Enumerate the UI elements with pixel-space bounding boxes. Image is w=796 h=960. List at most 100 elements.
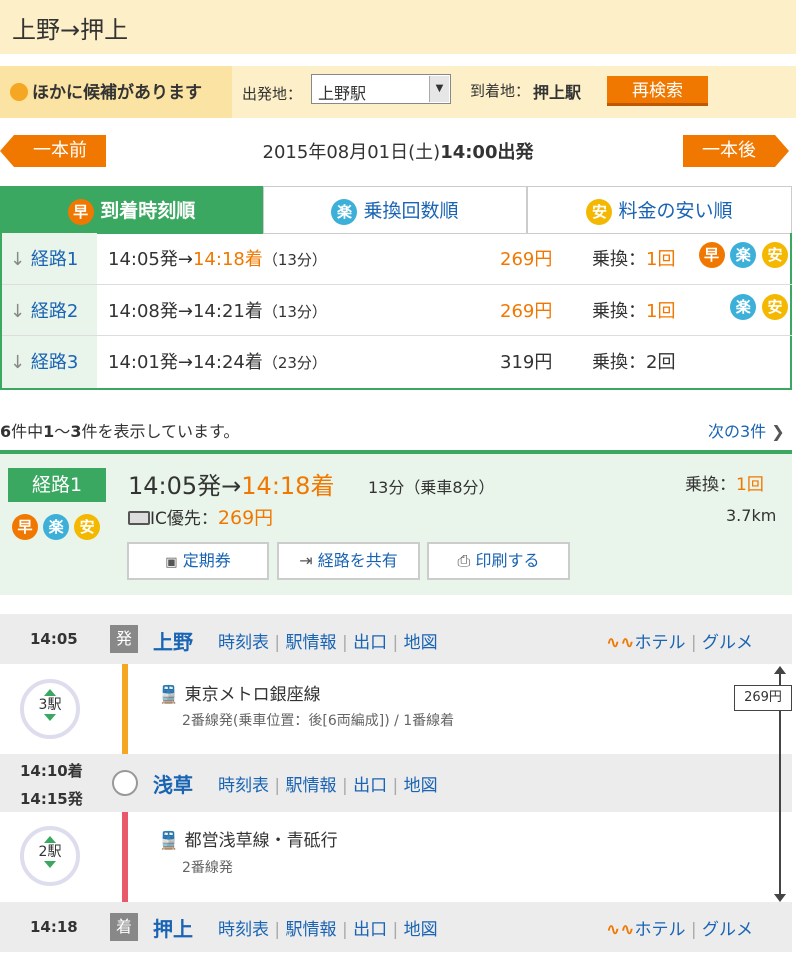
transfer-circle-icon: [112, 770, 138, 796]
ic-fare-value: 269円: [217, 507, 274, 529]
exit-link[interactable]: 出口: [353, 776, 387, 796]
gourmet-link[interactable]: グルメ: [702, 920, 753, 940]
gourmet-link[interactable]: グルメ: [702, 633, 753, 653]
station-name[interactable]: 浅草: [153, 769, 193, 798]
count-tilde: ～: [54, 422, 71, 441]
timetable-link[interactable]: 時刻表: [218, 633, 269, 653]
stops-label: 2駅: [38, 844, 62, 860]
fast-icon: 早: [12, 514, 38, 540]
hotel-link[interactable]: ホテル: [635, 920, 686, 940]
pass-icon: ▣: [165, 555, 178, 570]
xfer-count: 1回: [736, 475, 764, 495]
route-fare: 269円: [500, 301, 553, 322]
arrow-down-icon: ↓: [10, 249, 26, 270]
route-link[interactable]: ↓ 経路3: [2, 336, 97, 388]
route-dep: 14:01発→: [108, 352, 193, 373]
next-train-button[interactable]: 一本後: [683, 135, 789, 167]
route-arr: 14:18着: [192, 249, 263, 270]
arrow-down-icon: ↓: [10, 301, 26, 322]
stops-count: 3駅: [20, 679, 80, 739]
detail-arr: 14:18着: [241, 472, 335, 500]
print-button[interactable]: ⎙ 印刷する: [427, 542, 570, 580]
timetable-link[interactable]: 時刻表: [218, 776, 269, 796]
alternative-notice[interactable]: ほかに候補があります: [0, 66, 232, 118]
share-route-button[interactable]: ⇥ 経路を共有: [277, 542, 420, 580]
hotel-link[interactable]: ホテル: [635, 633, 686, 653]
station-info-link[interactable]: 駅情報: [286, 920, 337, 940]
triangle-down-icon: [44, 861, 56, 868]
button-label: 経路を共有: [317, 551, 398, 570]
route-label: 経路1: [30, 249, 79, 270]
route-badge: 経路1: [8, 468, 106, 502]
alternative-notice-text: ほかに候補があります: [32, 83, 202, 103]
platform-info: 2番線発(乗車位置：後[6両編成]) / 1番線着: [182, 713, 455, 729]
count-text: 件中: [11, 422, 44, 441]
route-row[interactable]: ↓ 経路2 14:08発→14:21着（13分） 269円 乗換：1回 楽 安: [2, 284, 792, 335]
route-arr: 14:24着: [192, 352, 263, 373]
button-label: 印刷する: [475, 551, 540, 570]
route-row[interactable]: ↓ 経路1 14:05発→14:18着（13分） 269円 乗換：1回 早 楽 …: [2, 233, 792, 284]
platform-info: 2番線発: [182, 860, 233, 876]
from-station-select[interactable]: 上野駅 ▼: [311, 74, 451, 104]
exit-link[interactable]: 出口: [353, 633, 387, 653]
easy-icon: 楽: [730, 242, 757, 268]
ic-card-icon: [128, 511, 150, 525]
cheap-icon: 安: [586, 198, 613, 225]
route-time: 14:05発→14:18着（13分）: [108, 245, 327, 271]
page-title: 上野→押上: [0, 0, 796, 54]
train-line: 🚆 東京メトロ銀座線: [158, 680, 321, 705]
route-badges: 楽 安: [730, 294, 788, 320]
route-link[interactable]: ↓ 経路1: [2, 233, 97, 284]
xfer-label: 乗換：: [592, 301, 646, 322]
route-link[interactable]: ↓ 経路2: [2, 285, 97, 335]
xfer-count: 2回: [646, 352, 676, 373]
from-label: 出発地：: [242, 85, 303, 103]
station-info-link[interactable]: 駅情報: [286, 776, 337, 796]
route-list: ↓ 経路1 14:05発→14:18着（13分） 269円 乗換：1回 早 楽 …: [0, 233, 792, 390]
route-dep: 14:08発→: [108, 301, 193, 322]
route-row[interactable]: ↓ 経路3 14:01発→14:24着（23分） 319円 乗換：2回: [2, 335, 792, 388]
research-button[interactable]: 再検索: [607, 76, 708, 106]
map-link[interactable]: 地図: [404, 633, 438, 653]
station-name[interactable]: 上野: [153, 626, 193, 655]
timetable-link[interactable]: 時刻表: [218, 920, 269, 940]
tab-fare-order[interactable]: 安 料金の安い順: [527, 186, 792, 234]
next-results-link[interactable]: 次の3件 ❯: [708, 418, 785, 442]
easy-icon: 楽: [730, 294, 757, 320]
ic-fare: IC優先：269円: [128, 503, 273, 530]
commuter-pass-button[interactable]: ▣ 定期券: [127, 542, 269, 580]
arrow-down-icon: [774, 894, 786, 902]
count-total: 6: [0, 422, 12, 441]
triangle-up-icon: [44, 836, 56, 843]
line-color-bar: [122, 664, 128, 754]
map-link[interactable]: 地図: [404, 776, 438, 796]
easy-icon: 楽: [43, 514, 70, 540]
tab-transfer-order[interactable]: 楽 乗換回数順: [263, 186, 527, 234]
map-link[interactable]: 地図: [404, 920, 438, 940]
tab-arrival-order[interactable]: 早 到着時刻順: [0, 186, 263, 234]
station-info-link[interactable]: 駅情報: [286, 633, 337, 653]
exit-link[interactable]: 出口: [353, 920, 387, 940]
detail-transfers: 乗換：1回: [685, 470, 764, 495]
stops-count: 2駅: [20, 826, 80, 886]
route-duration: （13分）: [262, 251, 327, 269]
route-transfers: 乗換：1回: [592, 245, 675, 271]
arrow-down-icon: ↓: [10, 352, 26, 373]
depart-mark: 発: [110, 625, 138, 653]
button-label: 定期券: [182, 551, 231, 570]
easy-icon: 楽: [331, 198, 358, 225]
route-time: 14:08発→14:21着（13分）: [108, 297, 327, 323]
chevron-down-icon[interactable]: ▼: [429, 76, 449, 102]
route-dep: 14:05発→: [108, 249, 193, 270]
route-fare: 319円: [500, 352, 553, 373]
xfer-label: 乗換：: [592, 352, 646, 373]
detail-badges: 早 楽 安: [12, 514, 101, 540]
route-duration: （23分）: [262, 354, 327, 372]
station-time: 14:05: [30, 630, 78, 648]
station-time: 14:18: [30, 918, 78, 936]
detail-duration: 13分（乗車8分）: [368, 478, 495, 497]
station-name[interactable]: 押上: [153, 913, 193, 942]
ic-label: IC優先：: [150, 509, 218, 529]
train-icon: 🚆: [158, 685, 180, 705]
fare-marker: 269円: [734, 685, 792, 711]
